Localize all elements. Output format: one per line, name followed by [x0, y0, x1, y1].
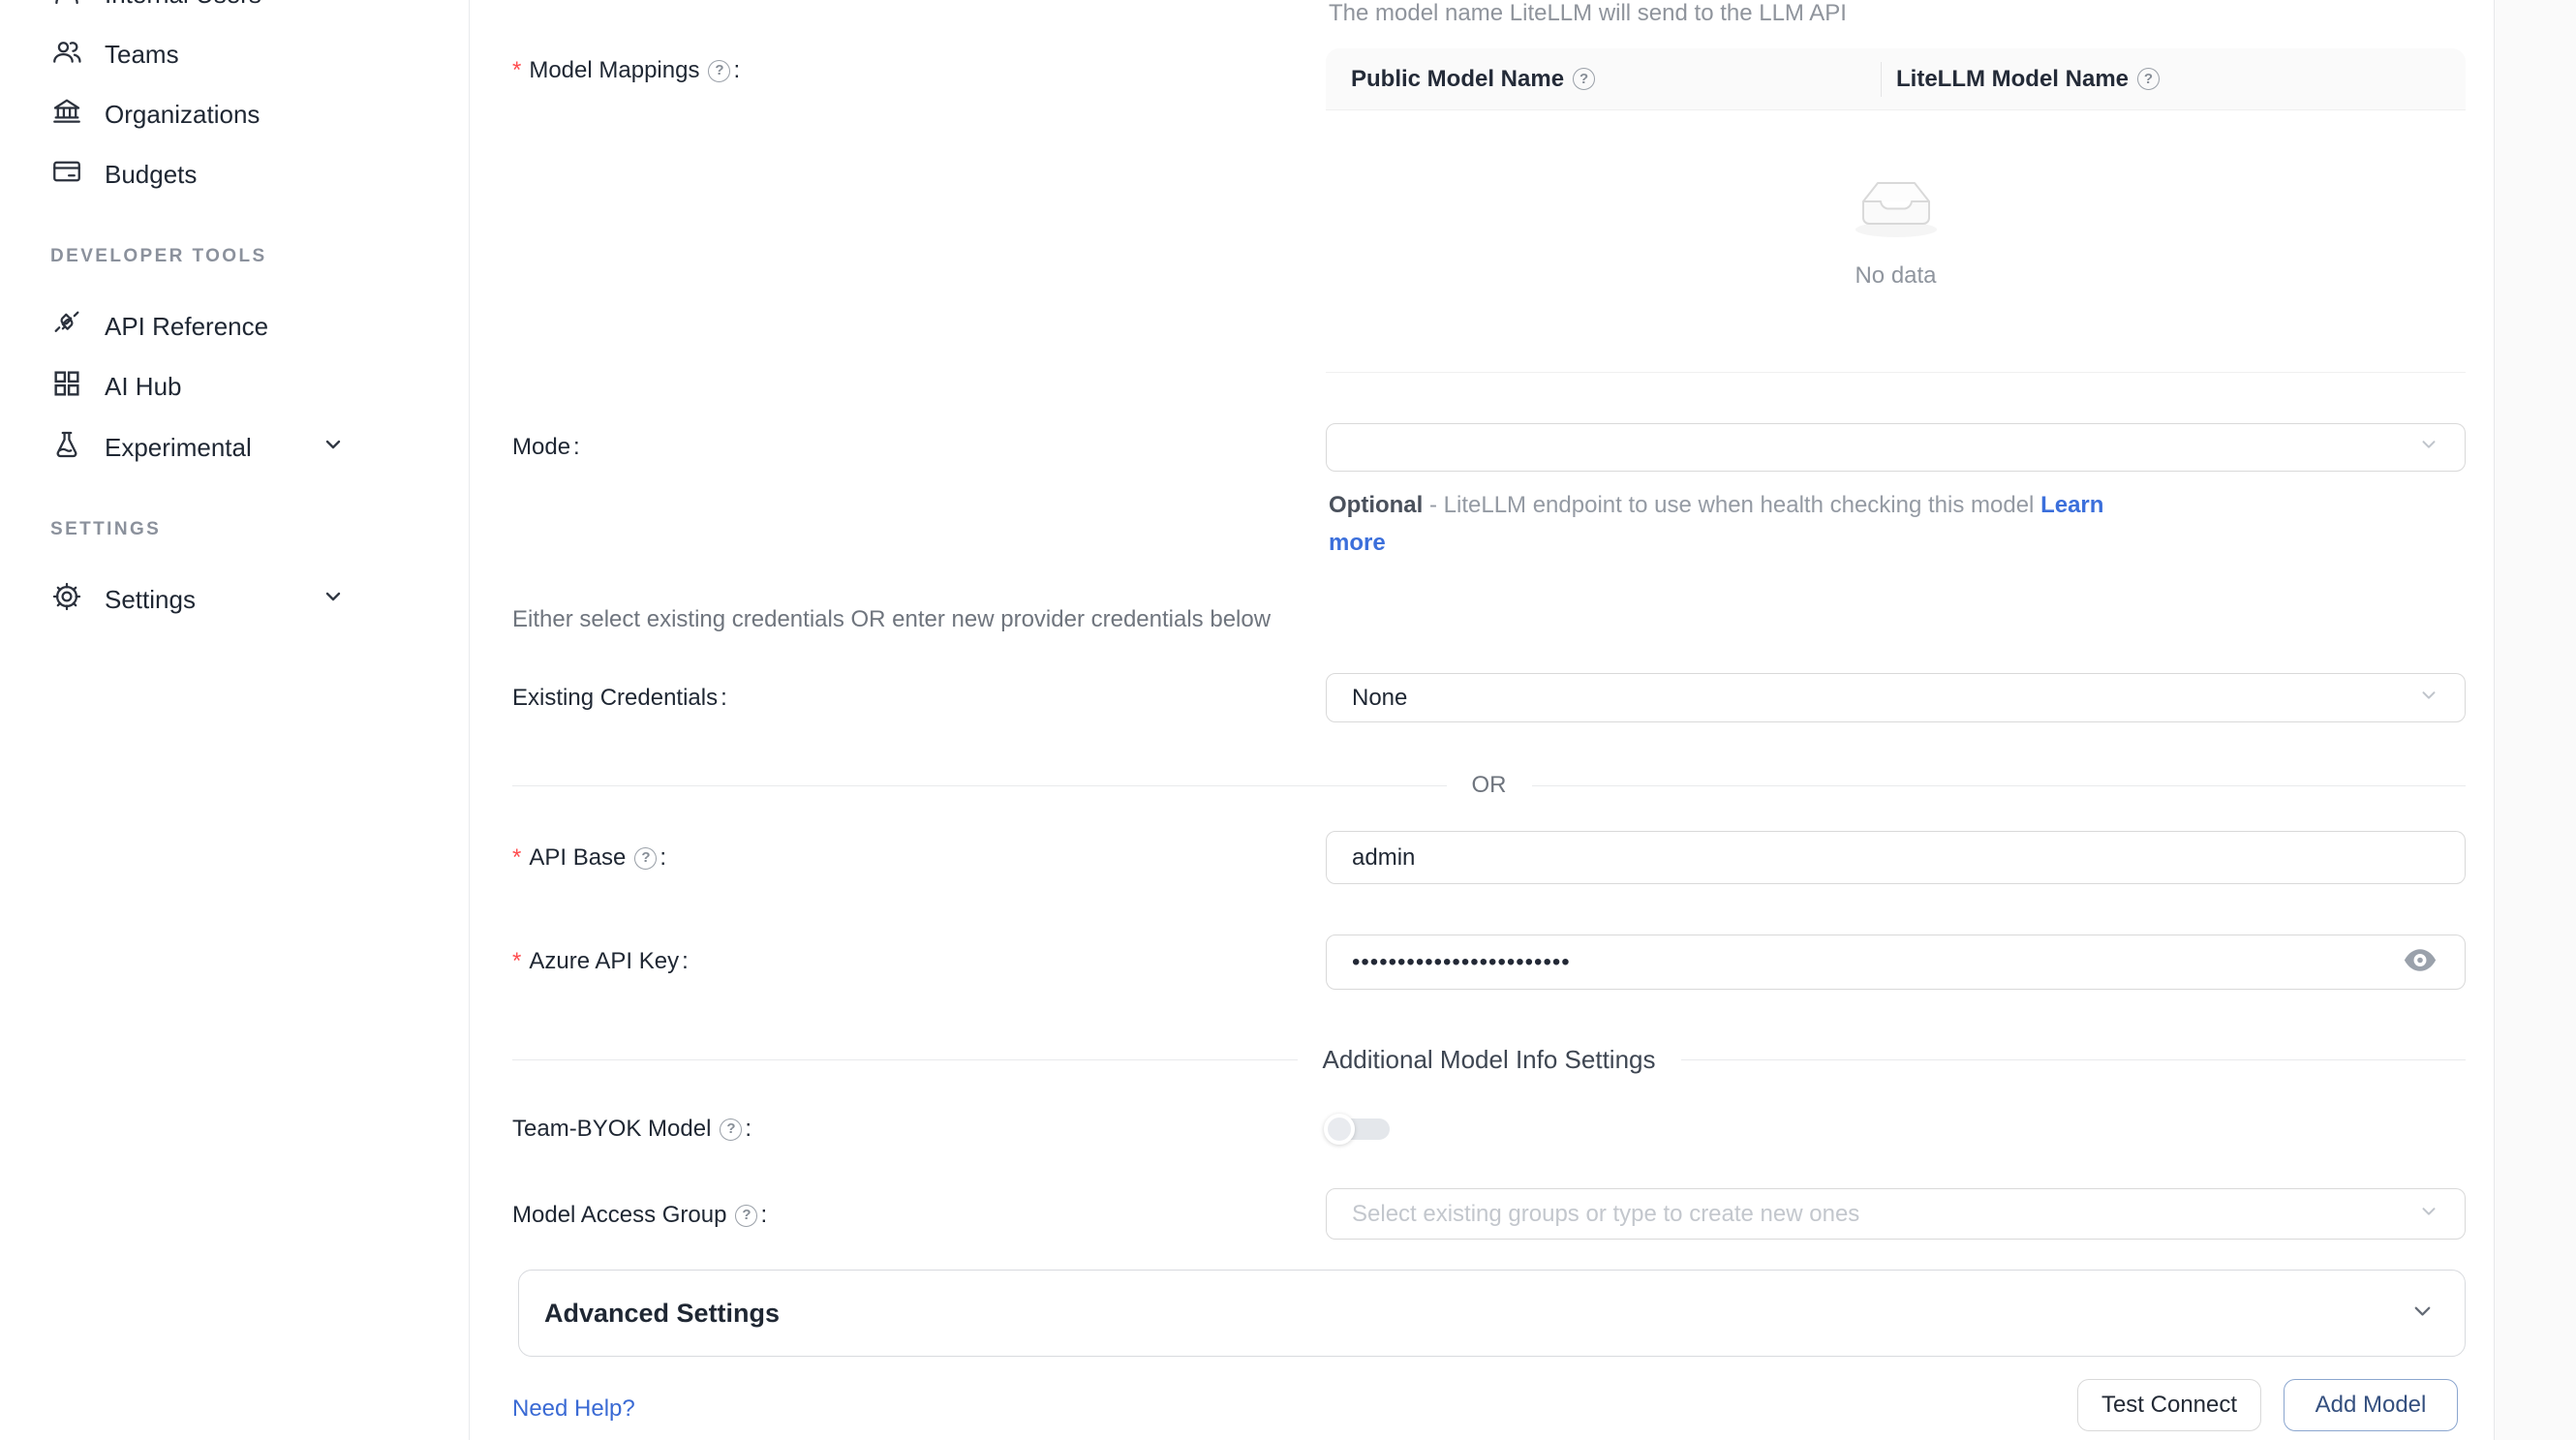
sidebar-item-label: API Reference [105, 312, 268, 342]
advanced-settings-title: Advanced Settings [544, 1299, 780, 1329]
mode-select[interactable] [1326, 423, 2466, 472]
azure-api-key-label: * Azure API Key : [512, 947, 696, 976]
help-icon[interactable]: ? [735, 1205, 757, 1227]
user-icon [50, 0, 83, 15]
add-model-button[interactable]: Add Model [2284, 1379, 2458, 1431]
column-divider [1881, 62, 1882, 97]
api-base-label: * API Base ? : [512, 843, 674, 873]
toggle-knob [1324, 1114, 1355, 1145]
azure-api-key-input[interactable] [1326, 934, 2466, 990]
model-access-group-label: Model Access Group ? : [512, 1201, 775, 1230]
sidebar-item-label: Settings [105, 585, 196, 615]
or-divider: OR [512, 772, 2466, 799]
sidebar-item-label: Budgets [105, 160, 197, 190]
empty-box-icon [1848, 165, 1945, 245]
chevron-down-icon [322, 585, 345, 615]
chevron-down-icon [2418, 434, 2439, 462]
team-byok-toggle[interactable] [1326, 1112, 1392, 1147]
existing-credentials-select[interactable]: None [1326, 673, 2466, 722]
eye-icon[interactable] [2402, 946, 2438, 978]
sidebar: Internal Users Teams Organizations Budge… [0, 0, 470, 1440]
selected-value: None [1352, 685, 1407, 712]
label-colon: : [733, 56, 740, 85]
mode-label: Mode : [512, 433, 588, 462]
help-icon[interactable]: ? [720, 1118, 742, 1141]
teams-icon [50, 35, 83, 75]
info-settings-divider-text: Additional Model Info Settings [1298, 1045, 1681, 1075]
help-icon[interactable]: ? [708, 60, 730, 82]
column-header-litellm-model-name: LiteLLM Model Name ? [1881, 66, 2466, 93]
page-background-strip [2494, 0, 2576, 1440]
api-base-input[interactable] [1326, 831, 2466, 884]
sidebar-item-settings[interactable]: Settings [0, 576, 469, 623]
label-colon: : [760, 1201, 767, 1230]
sidebar-item-internal-users[interactable]: Internal Users [0, 0, 469, 17]
label-colon: : [721, 684, 727, 713]
azure-api-key-field [1326, 934, 2466, 990]
sidebar-item-label: Experimental [105, 433, 252, 463]
model-mappings-label: * Model Mappings ? : [512, 56, 748, 85]
select-placeholder: Select existing groups or type to create… [1352, 1201, 1859, 1228]
credentials-note: Either select existing credentials OR en… [512, 606, 1271, 633]
chevron-down-icon [2418, 1200, 2439, 1228]
label-colon: : [682, 947, 689, 976]
label-colon: : [659, 843, 666, 873]
add-model-form-panel: The model name LiteLLM will send to the … [470, 0, 2494, 1440]
table-header-row: Public Model Name ? LiteLLM Model Name ? [1326, 48, 2466, 110]
label-colon: : [573, 433, 580, 462]
help-icon[interactable]: ? [2137, 68, 2160, 90]
help-icon[interactable]: ? [1573, 68, 1595, 90]
existing-credentials-label: Existing Credentials : [512, 684, 735, 713]
sidebar-section-settings: SETTINGS [50, 519, 161, 540]
chevron-down-icon [2418, 684, 2439, 712]
model-access-group-select[interactable]: Select existing groups or type to create… [1326, 1188, 2466, 1240]
chevron-down-icon [322, 433, 345, 463]
sidebar-item-api-reference[interactable]: API Reference [0, 303, 469, 350]
credit-card-icon [50, 155, 83, 195]
flask-icon [50, 428, 83, 468]
sidebar-item-ai-hub[interactable]: AI Hub [0, 363, 469, 410]
required-asterisk: * [512, 947, 521, 976]
table-empty-state: No data [1326, 110, 2466, 372]
sidebar-item-label: Organizations [105, 100, 260, 130]
model-mappings-table: Public Model Name ? LiteLLM Model Name ?… [1326, 48, 2466, 373]
or-divider-text: OR [1447, 772, 1532, 799]
sidebar-item-label: Internal Users [105, 0, 261, 10]
model-name-help-text: The model name LiteLLM will send to the … [1329, 0, 1847, 27]
api-icon [50, 307, 83, 347]
sidebar-section-developer-tools: DEVELOPER TOOLS [50, 246, 267, 267]
no-data-text: No data [1855, 262, 1936, 290]
test-connect-button[interactable]: Test Connect [2077, 1379, 2261, 1431]
gear-icon [50, 580, 83, 620]
need-help-link[interactable]: Need Help? [512, 1395, 635, 1423]
mode-help-text: Optional - LiteLLM endpoint to use when … [1329, 486, 2132, 562]
team-byok-label: Team-BYOK Model ? : [512, 1115, 759, 1144]
required-asterisk: * [512, 843, 521, 873]
info-settings-divider: Additional Model Info Settings [512, 1045, 2466, 1075]
sidebar-item-budgets[interactable]: Budgets [0, 151, 469, 198]
chevron-down-icon [2409, 1298, 2436, 1329]
sidebar-item-label: Teams [105, 40, 179, 70]
required-asterisk: * [512, 56, 521, 85]
help-icon[interactable]: ? [634, 847, 657, 870]
column-header-public-model-name: Public Model Name ? [1326, 66, 1881, 93]
label-colon: : [745, 1115, 751, 1144]
sidebar-item-label: AI Hub [105, 372, 182, 402]
sidebar-item-organizations[interactable]: Organizations [0, 91, 469, 138]
sidebar-item-teams[interactable]: Teams [0, 31, 469, 77]
grid-icon [50, 367, 83, 407]
bank-icon [50, 95, 83, 135]
advanced-settings-panel[interactable]: Advanced Settings [518, 1270, 2466, 1357]
sidebar-item-experimental[interactable]: Experimental [0, 424, 469, 471]
